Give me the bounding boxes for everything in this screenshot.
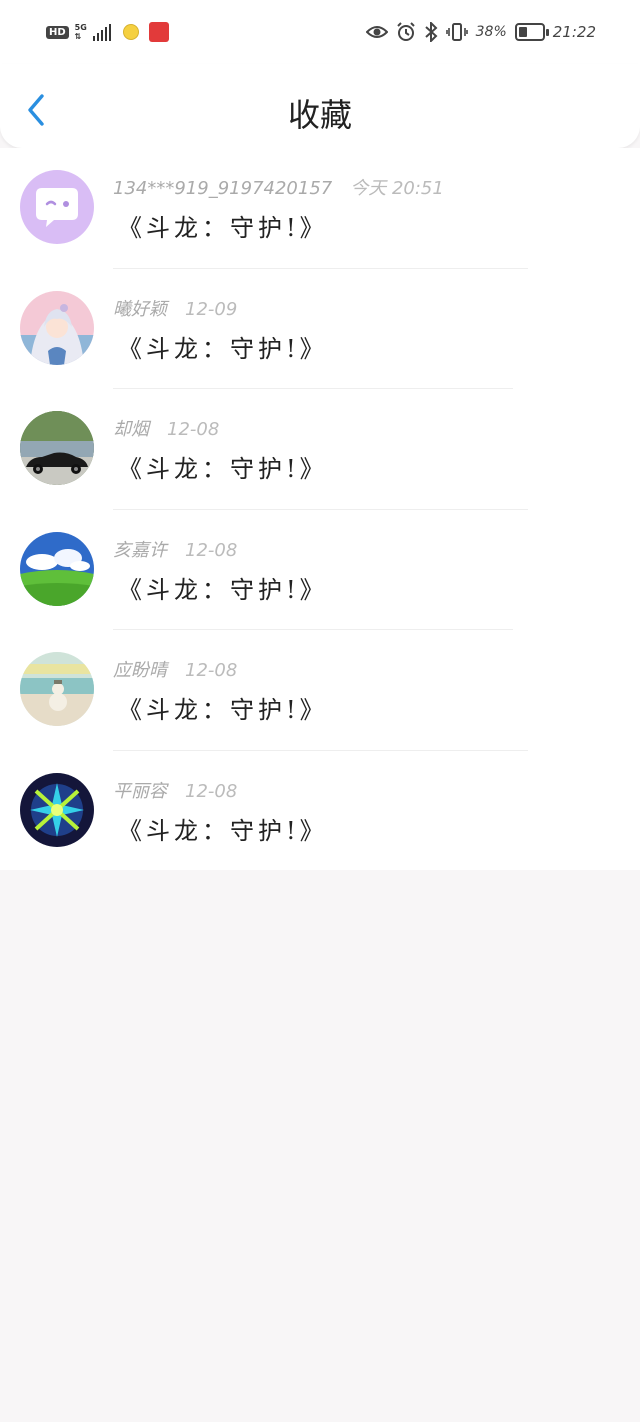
username: 曦好颖 [113,298,167,320]
bluetooth-icon [424,22,438,42]
alarm-icon [396,22,415,41]
app-header: 收藏 [0,64,640,148]
vibrate-icon [445,23,468,41]
timestamp: 12-08 [167,419,220,440]
username: 亥嘉许 [113,539,167,561]
avatar[interactable] [20,652,94,726]
status-right: 38% 21:22 [365,18,596,46]
notification-app-icon [122,24,139,40]
list-item[interactable]: 曦好颖 12-09 《斗龙：守护!》 [0,269,640,389]
status-bar: HD 5G ⇅ 38% 21:22 [0,0,640,64]
username: 平丽容 [113,780,167,802]
beach-snowman-avatar-icon [20,652,94,726]
avatar[interactable] [20,411,94,485]
list-item[interactable]: 应盼晴 12-08 《斗龙：守护!》 [0,630,640,751]
book-title[interactable]: 《斗龙：守护!》 [118,570,328,605]
book-title[interactable]: 《斗龙：守护!》 [118,329,328,364]
hd-badge: HD [46,25,69,39]
timestamp: 12-08 [185,660,238,681]
book-title[interactable]: 《斗龙：守护!》 [118,811,328,846]
username: 却烟 [113,419,149,440]
list-item[interactable]: 却烟 12-08 《斗龙：守护!》 [0,389,640,510]
avatar[interactable] [20,531,94,606]
timestamp: 12-09 [185,298,238,320]
timestamp: 12-08 [185,780,238,802]
item-meta: 却烟 12-08 [113,415,219,441]
item-meta: 亥嘉许 12-08 [113,536,237,562]
battery-percent: 38% [475,24,507,40]
anime-girl-avatar-icon [20,290,94,365]
black-car-avatar-icon [20,411,94,485]
avatar[interactable] [20,290,94,365]
item-meta: 应盼晴 12-08 [113,656,237,682]
signal-icon [92,23,111,41]
favorites-list: 134***919_9197420157 今天 20:51 《斗龙：守护!》 曦好… [0,148,640,870]
avatar[interactable] [20,170,94,244]
book-title[interactable]: 《斗龙：守护!》 [118,449,328,484]
battery-icon [514,23,549,41]
timestamp: 12-08 [185,539,238,561]
page-title: 收藏 [287,96,352,134]
list-item[interactable]: 平丽容 12-08 《斗龙：守护!》 [0,751,640,872]
sky-grass-avatar-icon [20,531,94,606]
list-item[interactable]: 134***919_9197420157 今天 20:51 《斗龙：守护!》 [0,148,640,269]
network-indicator: 5G ⇅ [75,23,87,41]
item-meta: 曦好颖 12-09 [113,295,237,321]
list-item[interactable]: 亥嘉许 12-08 《斗龙：守护!》 [0,510,640,630]
username: 应盼晴 [113,660,167,681]
eye-icon [365,26,388,38]
book-title[interactable]: 《斗龙：守护!》 [118,690,328,725]
book-title[interactable]: 《斗龙：守护!》 [118,208,328,243]
neon-burst-avatar-icon [20,772,94,847]
timestamp: 今天 20:51 [350,178,444,199]
data-arrows-icon: ⇅ [74,32,82,41]
username: 134***919_9197420157 [113,178,333,199]
notification-app-icon-2 [148,22,169,42]
chat-bubble-avatar-icon [20,170,94,244]
network-type: 5G [74,23,87,32]
item-meta: 平丽容 12-08 [113,777,237,803]
status-left: HD 5G ⇅ [46,20,169,44]
item-meta: 134***919_9197420157 今天 20:51 [113,174,444,200]
clock: 21:22 [552,23,596,41]
avatar[interactable] [20,772,94,847]
